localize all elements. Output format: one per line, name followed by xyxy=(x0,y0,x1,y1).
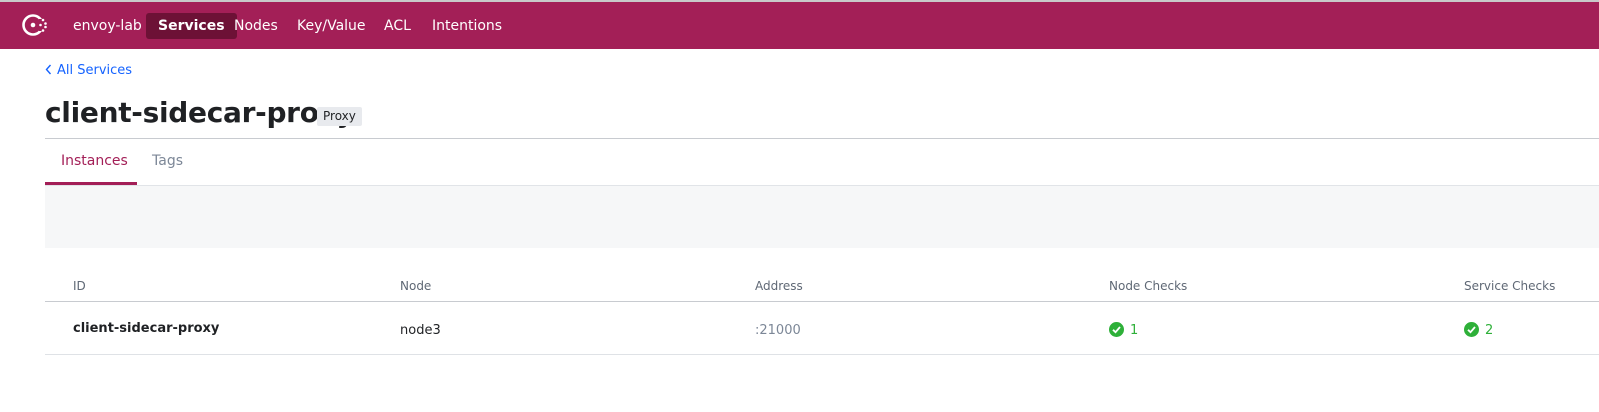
breadcrumb-all-services[interactable]: All Services xyxy=(45,63,132,78)
service-checks-status: 2 xyxy=(1464,322,1493,338)
check-circle-icon xyxy=(1464,322,1479,337)
consul-logo-icon[interactable] xyxy=(20,11,52,39)
node-checks-status: 1 xyxy=(1109,322,1138,338)
instance-address: :21000 xyxy=(755,323,801,338)
tab-instances[interactable]: Instances xyxy=(61,153,128,169)
kind-badge: Proxy xyxy=(317,107,362,126)
top-nav-bar: envoy-lab Services Nodes Key/Value ACL I… xyxy=(0,0,1599,49)
column-header-address: Address xyxy=(755,279,803,293)
nav-item-key-value[interactable]: Key/Value xyxy=(297,13,366,39)
datacenter-selector[interactable]: envoy-lab xyxy=(73,13,142,39)
column-header-id: ID xyxy=(73,279,86,293)
page-title: client-sidecar-proxy xyxy=(45,96,355,129)
tab-tags[interactable]: Tags xyxy=(152,153,183,169)
column-header-node: Node xyxy=(400,279,432,293)
table-row[interactable]: client-sidecar-proxy node3 :21000 1 2 xyxy=(45,302,1599,355)
nav-item-intentions[interactable]: Intentions xyxy=(432,13,502,39)
column-header-service-checks: Service Checks xyxy=(1464,279,1556,293)
service-checks-count: 2 xyxy=(1485,323,1494,338)
filter-bar xyxy=(45,186,1599,248)
column-header-node-checks: Node Checks xyxy=(1109,279,1188,293)
instance-id[interactable]: client-sidecar-proxy xyxy=(73,321,219,336)
breadcrumb-label: All Services xyxy=(57,63,133,78)
header-divider xyxy=(45,138,1599,139)
node-checks-count: 1 xyxy=(1130,323,1139,338)
nav-item-acl[interactable]: ACL xyxy=(384,13,411,39)
nav-item-services[interactable]: Services xyxy=(146,13,237,39)
nav-item-nodes[interactable]: Nodes xyxy=(234,13,278,39)
chevron-left-icon xyxy=(45,64,52,75)
check-circle-icon xyxy=(1109,322,1124,337)
instance-node: node3 xyxy=(400,323,441,338)
